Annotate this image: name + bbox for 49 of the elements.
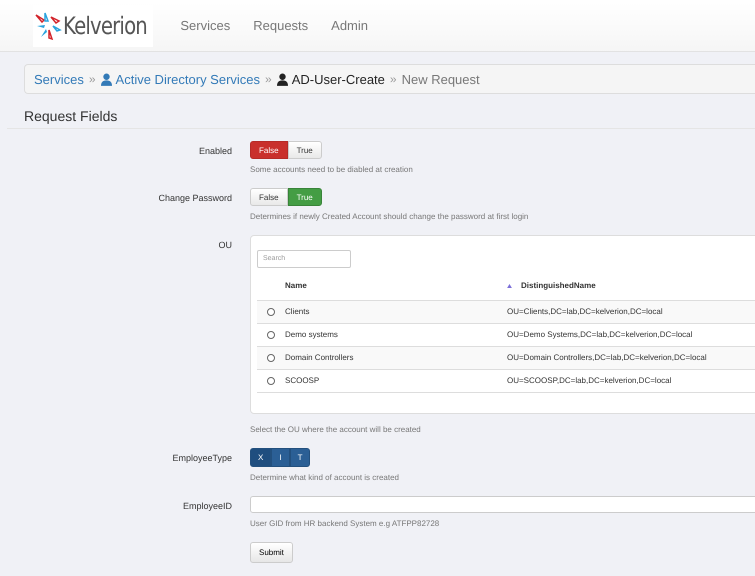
table-cell-text: Clients — [285, 307, 310, 316]
field-label: Change Password — [157, 192, 232, 205]
nav-link[interactable]: Admin — [331, 18, 368, 33]
page-title: New Request — [402, 72, 480, 86]
field-label: EmployeeID — [182, 500, 232, 513]
radio-button[interactable] — [267, 308, 275, 316]
toggle-option[interactable]: False — [250, 188, 288, 206]
help-text: Some accounts need to be diabled at creation — [250, 165, 413, 174]
column-header[interactable]: DistinguishedName — [521, 281, 755, 290]
help-text: Determines if newly Created Account should change the password at first login — [250, 212, 528, 221]
arrows-logo-icon — [33, 10, 63, 40]
toggle-option[interactable]: X — [250, 448, 272, 466]
column-header[interactable]: Name — [285, 281, 507, 290]
field-label: EmployeeType — [171, 452, 232, 465]
table-cell-text: Domain Controllers — [285, 353, 354, 362]
nav-link[interactable]: Services — [180, 18, 230, 33]
input-field[interactable] — [250, 496, 755, 512]
table-cell-text: OU=Domain Controllers,DC=lab,DC=kelverion,DC=local — [507, 353, 708, 362]
person-icon — [276, 72, 288, 86]
help-text: Determine what kind of account is created — [250, 472, 399, 482]
radio-button[interactable] — [267, 354, 275, 362]
table-cell-text: OU=Demo Systems,DC=lab,DC=kelverion,DC=local — [507, 330, 694, 339]
breadcrumb-link[interactable]: Services — [34, 72, 84, 86]
toggle-option[interactable]: False — [250, 141, 288, 159]
breadcrumb-separator: » — [390, 72, 397, 86]
breadcrumb-separator: » — [88, 72, 96, 86]
toggle-option[interactable]: True — [288, 188, 322, 206]
sort-icon[interactable] — [507, 284, 512, 288]
field-label: Enabled — [198, 145, 232, 158]
help-text: Select the OU where the account will be created — [250, 424, 421, 434]
help-text: User GID from HR backend System e.g ATFPP82728 — [250, 518, 440, 528]
table-cell-text: SCOOSP — [285, 376, 320, 385]
breadcrumb-separator: » — [265, 72, 272, 86]
toggle-option[interactable]: I — [271, 448, 290, 466]
breadcrumb-item[interactable]: AD-User-Create — [276, 72, 385, 86]
submit-button[interactable]: Submit — [250, 542, 293, 562]
table-cell-text: OU=SCOOSP,DC=lab,DC=kelverion,DC=local — [507, 376, 672, 385]
section-title: Request Fields — [7, 108, 755, 129]
field-label: OU — [218, 239, 232, 252]
breadcrumb-link[interactable]: Active Directory Services — [100, 72, 260, 86]
brand-name: Kelverion — [63, 12, 147, 40]
radio-button[interactable] — [267, 376, 275, 384]
table-cell-text: Demo systems — [285, 330, 339, 339]
person-icon — [100, 72, 112, 86]
radio-button[interactable] — [267, 330, 275, 338]
table-cell-text: OU=Clients,DC=lab,DC=kelverion,DC=local — [507, 307, 664, 316]
toggle-option[interactable]: True — [288, 141, 322, 159]
nav-link[interactable]: Requests — [253, 18, 308, 33]
toggle-option[interactable]: T — [290, 448, 310, 466]
